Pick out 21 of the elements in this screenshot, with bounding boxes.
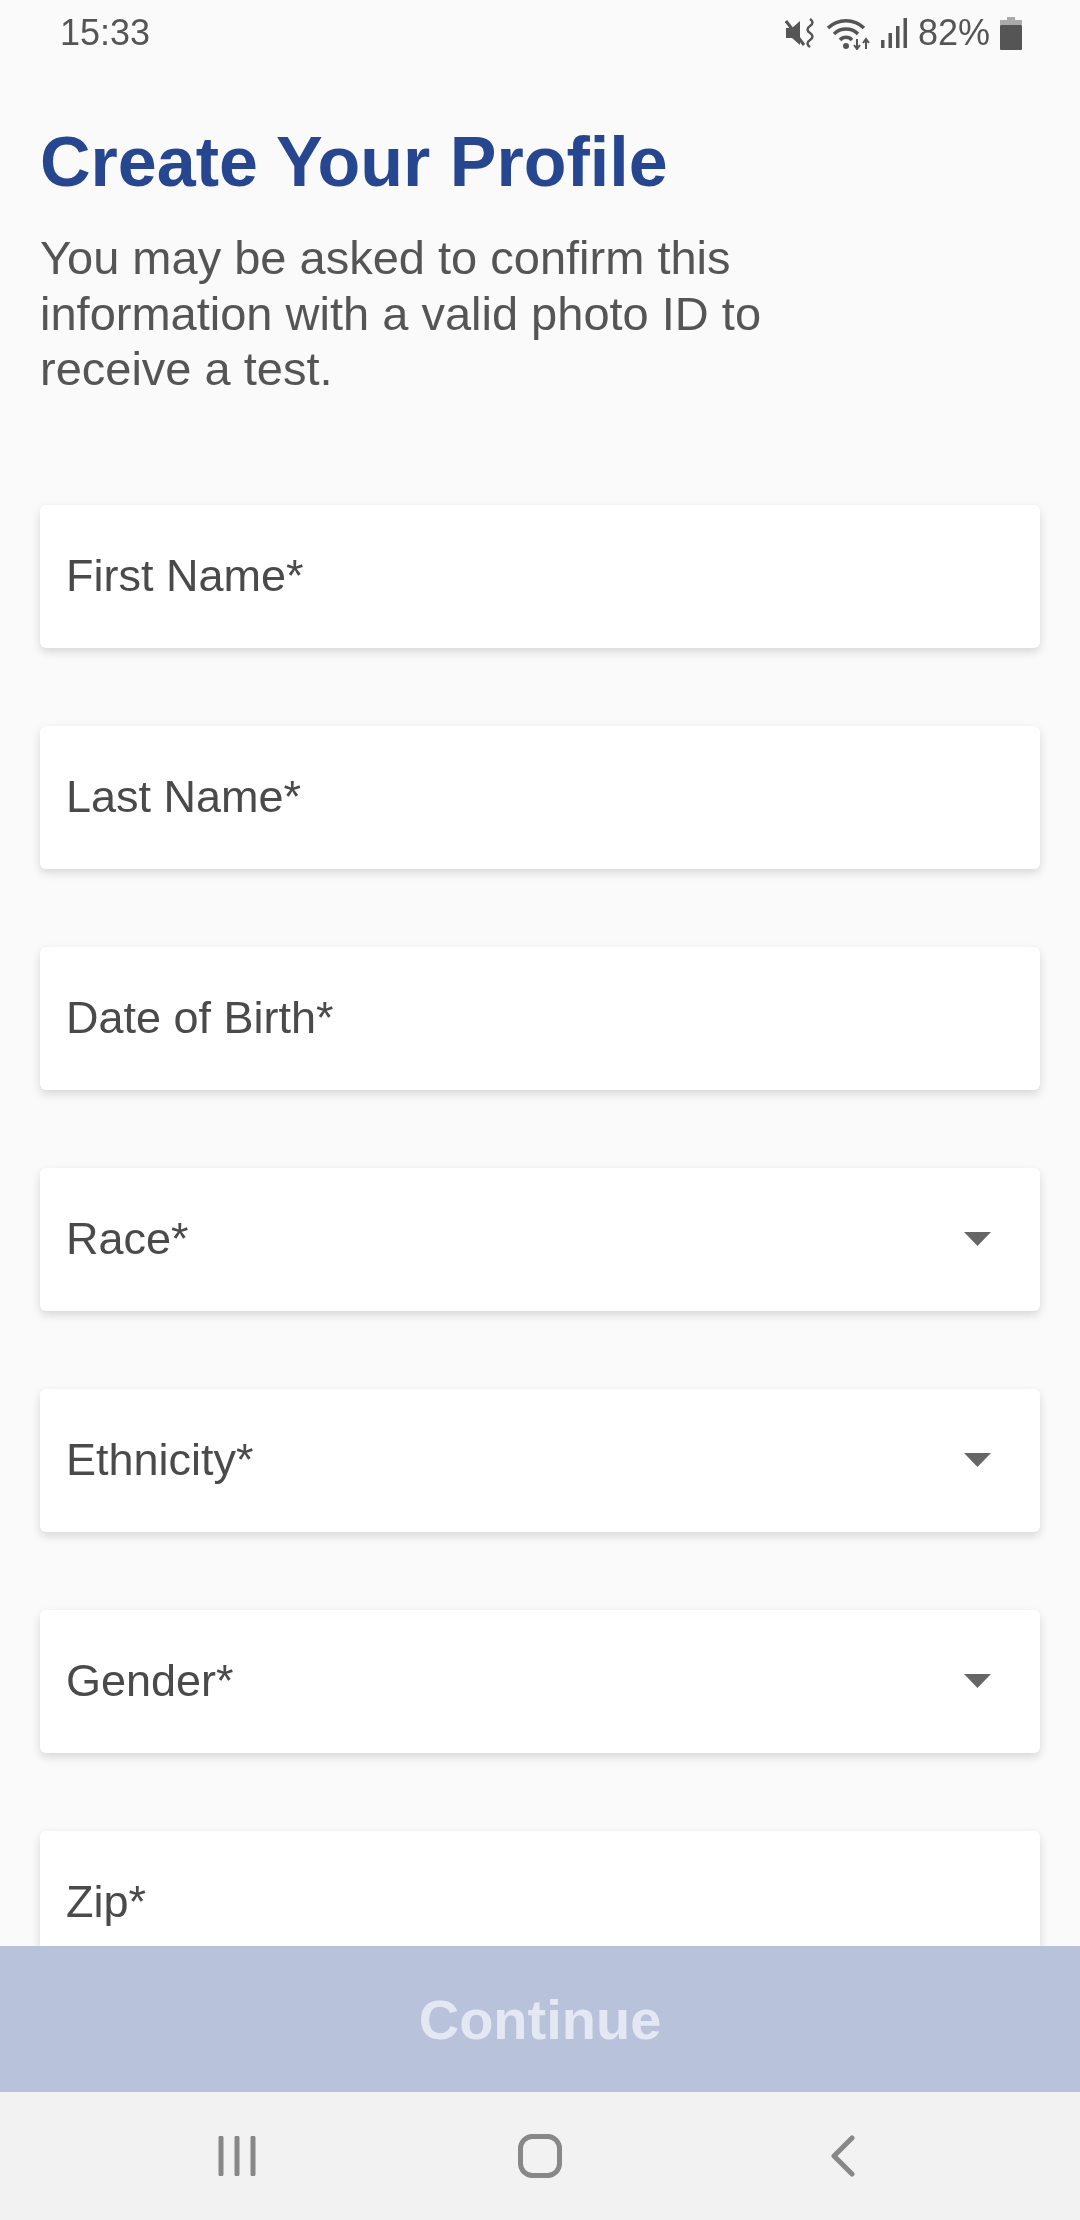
dropdown-field[interactable]: Race* — [40, 1167, 1040, 1311]
caret-icon — [964, 1674, 991, 1688]
dropdown-field[interactable]: Ethnicity* — [40, 1388, 1040, 1532]
dropdown-field[interactable]: Gender* — [40, 1609, 1040, 1753]
caret-icon — [964, 1453, 991, 1467]
battery-percentage: 82% — [917, 13, 990, 53]
battery-icon — [1000, 16, 1022, 50]
input-field[interactable]: Last Name* — [40, 725, 1040, 869]
input-field[interactable]: First Name* — [40, 504, 1040, 648]
mute-icon — [784, 18, 816, 48]
wifi-icon — [825, 16, 871, 50]
home-icon[interactable] — [518, 2134, 562, 2178]
recent-apps-icon[interactable] — [218, 2136, 256, 2176]
page-subtitle: You may be asked to confirm this information with a valid photo ID to receive a test. — [40, 230, 763, 397]
back-icon[interactable] — [830, 2135, 856, 2177]
input-field[interactable]: Zip* — [40, 1830, 1040, 1946]
page-title: Create Your Profile — [40, 122, 669, 203]
input-field[interactable]: Date of Birth* — [40, 946, 1040, 1090]
signal-icon — [880, 18, 908, 48]
caret-icon — [964, 1232, 991, 1246]
status-time: 15:33 — [60, 13, 151, 53]
